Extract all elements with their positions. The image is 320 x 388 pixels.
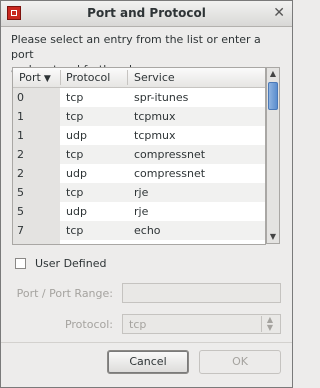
- column-divider[interactable]: [60, 70, 61, 85]
- column-header-protocol[interactable]: Protocol: [66, 71, 110, 84]
- service-cell: rje: [134, 186, 149, 199]
- scroll-down-icon[interactable]: ▼: [267, 231, 279, 243]
- port-cell: 1: [17, 129, 24, 142]
- window-title: Port and Protocol: [87, 6, 206, 20]
- column-header-port[interactable]: Port ▼: [19, 71, 51, 84]
- table-row[interactable]: 5 udp rje: [13, 202, 265, 221]
- close-icon[interactable]: ✕: [273, 5, 285, 21]
- button-divider: [1, 342, 292, 343]
- protocol-cell: tcp: [66, 186, 84, 199]
- combo-arrows-icon[interactable]: ▲ ▼: [261, 316, 278, 332]
- protocol-cell: tcp: [66, 110, 84, 123]
- user-defined-checkbox[interactable]: [15, 258, 26, 269]
- service-cell: tcpmux: [134, 129, 176, 142]
- service-cell: compressnet: [134, 148, 206, 161]
- instructions-line-1: Please select an entry from the list or …: [11, 33, 261, 61]
- port-cell: 2: [17, 148, 24, 161]
- user-defined-label[interactable]: User Defined: [35, 257, 106, 270]
- scrollbar-thumb[interactable]: [268, 82, 278, 110]
- title-bar: Port and Protocol ✕: [1, 1, 292, 27]
- protocol-cell: udp: [66, 205, 87, 218]
- port-range-input[interactable]: [122, 283, 281, 303]
- port-cell: 5: [17, 205, 24, 218]
- protocol-cell: tcp: [66, 224, 84, 237]
- port-header-label: Port: [19, 71, 41, 84]
- port-cell: 7: [17, 224, 24, 237]
- protocol-combobox[interactable]: tcp ▲ ▼: [122, 314, 281, 334]
- protocol-label: Protocol:: [64, 318, 113, 331]
- service-cell: tcpmux: [134, 110, 176, 123]
- port-cell: 2: [17, 167, 24, 180]
- column-divider[interactable]: [127, 70, 128, 85]
- ok-button[interactable]: OK: [199, 350, 281, 374]
- table-row[interactable]: 1 udp tcpmux: [13, 126, 265, 145]
- sort-chevron-down-icon: ▼: [43, 74, 51, 84]
- column-header-service[interactable]: Service: [134, 71, 175, 84]
- ok-button-label: OK: [232, 355, 248, 368]
- service-cell: echo: [134, 224, 161, 237]
- protocol-cell: tcp: [66, 148, 84, 161]
- service-cell: compressnet: [134, 167, 206, 180]
- table-row[interactable]: 5 tcp rje: [13, 183, 265, 202]
- port-cell: 1: [17, 110, 24, 123]
- table-row[interactable]: [13, 240, 265, 244]
- service-cell: rje: [134, 205, 149, 218]
- port-protocol-dialog: Port and Protocol ✕ Please select an ent…: [0, 0, 293, 388]
- table-row[interactable]: 2 tcp compressnet: [13, 145, 265, 164]
- table-row[interactable]: 2 udp compressnet: [13, 164, 265, 183]
- protocol-cell: udp: [66, 167, 87, 180]
- table-row[interactable]: 0 tcp spr-itunes: [13, 88, 265, 107]
- table-row[interactable]: 1 tcp tcpmux: [13, 107, 265, 126]
- port-cell: 0: [17, 91, 24, 104]
- protocol-cell: tcp: [66, 91, 84, 104]
- table-scrollbar[interactable]: ▲ ▼: [266, 67, 280, 244]
- port-range-label: Port / Port Range:: [16, 287, 113, 300]
- port-cell-bg: [13, 240, 60, 244]
- table-row[interactable]: 7 tcp echo: [13, 221, 265, 240]
- protocol-cell: udp: [66, 129, 87, 142]
- protocol-value: tcp: [129, 318, 147, 331]
- cancel-button-label: Cancel: [129, 355, 167, 368]
- scroll-up-icon[interactable]: ▲: [267, 68, 279, 80]
- port-cell: 5: [17, 186, 24, 199]
- cancel-button[interactable]: Cancel: [107, 350, 189, 374]
- table-header: Port ▼ Protocol Service: [13, 68, 265, 88]
- service-cell: spr-itunes: [134, 91, 189, 104]
- port-table[interactable]: Port ▼ Protocol Service 0 tcp spr-itunes …: [12, 67, 266, 245]
